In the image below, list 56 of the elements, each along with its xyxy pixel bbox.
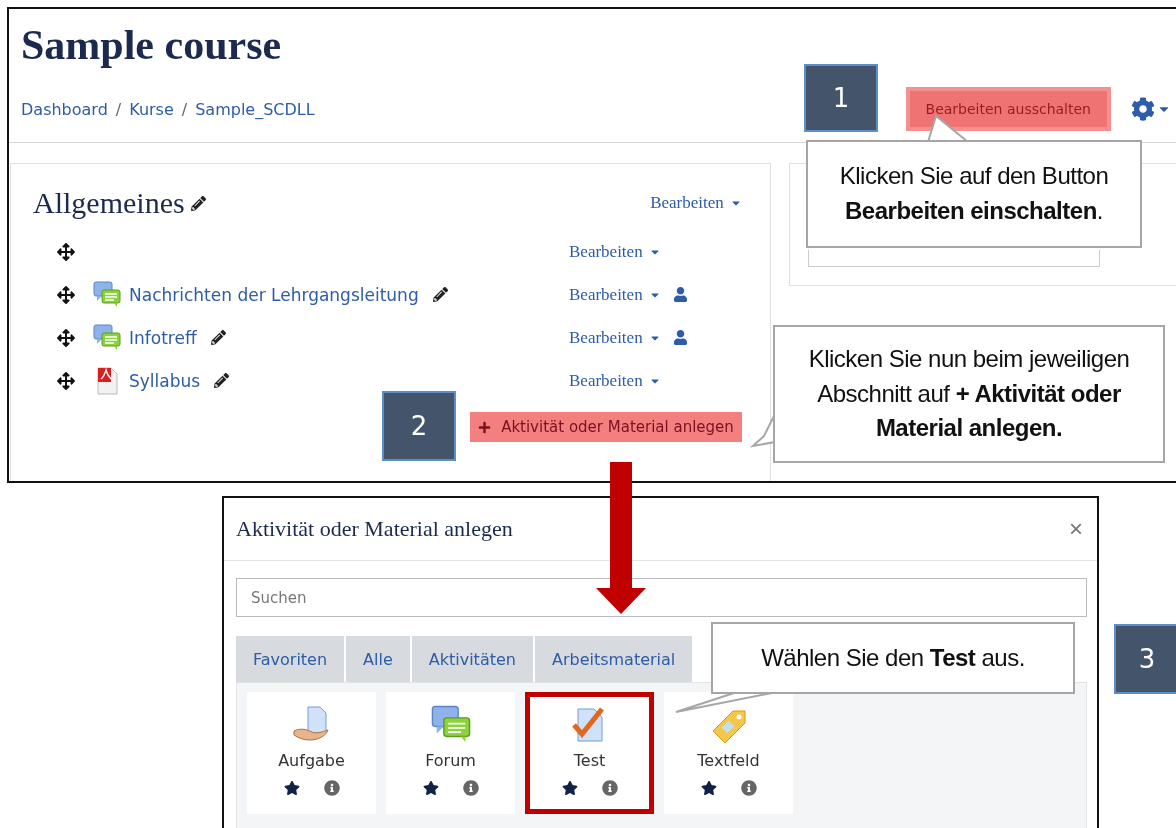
star-icon[interactable] <box>283 780 300 796</box>
speech-bubbles-icon <box>93 280 121 309</box>
breadcrumb-link[interactable]: Sample_SCDLL <box>195 99 315 119</box>
module-card[interactable]: Test <box>525 692 654 814</box>
settings-icon[interactable] <box>1131 97 1171 121</box>
info-icon[interactable] <box>601 780 618 796</box>
edit-menu[interactable]: Bearbeiten <box>569 241 661 262</box>
activity-link[interactable]: Syllabus <box>129 370 201 391</box>
step-number: 3 <box>1114 624 1176 694</box>
category-tab[interactable]: Favoriten <box>236 636 345 682</box>
activity-link[interactable]: Nachrichten der Lehrgangsleitung <box>129 284 419 305</box>
info-icon[interactable] <box>462 780 479 796</box>
category-tab[interactable]: Arbeitsmaterial <box>534 636 693 682</box>
pencil-icon[interactable] <box>190 195 206 211</box>
module-card[interactable]: Forum <box>386 692 515 814</box>
star-icon[interactable] <box>561 780 578 796</box>
category-tab[interactable]: Aktivitäten <box>411 636 533 682</box>
breadcrumb-separator: / <box>115 99 122 119</box>
breadcrumb-separator: / <box>181 99 188 119</box>
edit-menu[interactable]: Bearbeiten <box>569 284 661 305</box>
add-activity-button[interactable]: Aktivität oder Material anlegen <box>470 412 742 442</box>
module-name: Aufgabe <box>278 751 345 770</box>
user-icon[interactable] <box>672 330 688 345</box>
instruction-text: Klicken Sie nun beim jeweiligen Abschnitt auf + Aktivität oder Material anlegen. <box>807 343 1131 444</box>
pencil-icon[interactable] <box>210 330 226 345</box>
pencil-icon[interactable] <box>214 373 230 388</box>
edit-menu[interactable]: Bearbeiten <box>650 193 742 213</box>
dropdown-field[interactable] <box>807 250 1100 267</box>
speech-bubbles-icon <box>93 323 121 352</box>
info-icon[interactable] <box>740 780 757 796</box>
instruction-text: Wählen Sie den Test aus. <box>761 642 1025 673</box>
module-name: Test <box>573 751 606 770</box>
section-title: Allgemeines <box>33 186 185 220</box>
module-card[interactable]: Aufgabe <box>247 692 376 814</box>
star-icon[interactable] <box>700 780 717 796</box>
user-icon[interactable] <box>672 287 688 302</box>
star-icon[interactable] <box>422 780 439 796</box>
plus-icon <box>478 420 492 434</box>
edit-menu[interactable]: Bearbeiten <box>569 327 661 348</box>
breadcrumb-link[interactable]: Kurse <box>129 99 174 119</box>
step-number: 1 <box>804 64 878 132</box>
module-name: Textfeld <box>697 751 760 770</box>
dialog-title: Aktivität oder Material anlegen <box>236 516 513 542</box>
category-tab[interactable]: Alle <box>346 636 410 682</box>
instruction-text: Klicken Sie auf den Button Bearbeiten einschalten. <box>838 161 1110 226</box>
step-number: 2 <box>382 391 456 461</box>
edit-menu[interactable]: Bearbeiten <box>569 370 661 391</box>
module-name: Forum <box>425 751 476 770</box>
module-card[interactable]: Textfeld <box>664 692 793 814</box>
course-title: Sample course <box>21 21 283 69</box>
close-button[interactable]: × <box>1069 515 1083 543</box>
search-field[interactable]: Suchen <box>236 578 1087 617</box>
breadcrumb-link[interactable]: Dashboard <box>21 99 108 119</box>
pencil-icon[interactable] <box>432 287 448 302</box>
activity-link[interactable]: Infotreff <box>129 327 197 348</box>
info-icon[interactable] <box>323 780 340 796</box>
